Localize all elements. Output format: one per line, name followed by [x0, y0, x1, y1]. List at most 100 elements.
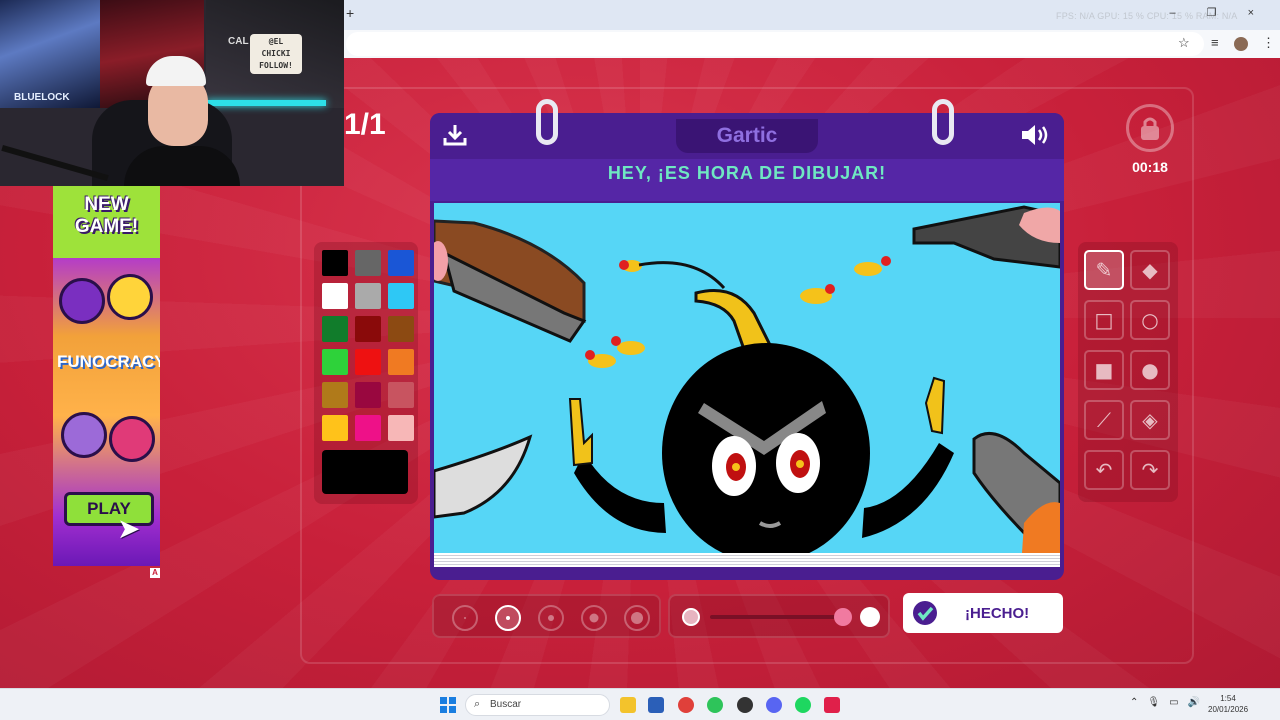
drawing-artwork [434, 205, 1060, 553]
eraser-icon: ◆ [1142, 258, 1158, 282]
brush-size-option[interactable] [581, 605, 607, 631]
drawing-board: Gartic HEY, ¡ES HORA DE DIBUJAR! [430, 99, 1064, 580]
tool-button[interactable]: ■ [1084, 350, 1124, 390]
line-icon: ⟋ [1097, 408, 1111, 432]
window-controls[interactable]: – ❐ × [1169, 6, 1268, 19]
discord-icon[interactable] [766, 697, 782, 713]
color-swatch[interactable] [322, 415, 348, 441]
color-swatch[interactable] [388, 316, 414, 342]
taskbar-search[interactable]: ⌕ Buscar [465, 694, 610, 716]
tool-button[interactable]: □ [1084, 300, 1124, 340]
sign-line-1: @EL [268, 37, 284, 46]
search-placeholder: Buscar [490, 699, 522, 710]
redo-icon: ↷ [1141, 458, 1159, 482]
gartic-logo: Gartic [676, 119, 818, 153]
color-swatch[interactable] [388, 382, 414, 408]
ad-character-bearded [61, 412, 107, 458]
streamer-body [124, 146, 240, 186]
clock-time: 1:54 [1220, 694, 1236, 703]
draw-prompt: HEY, ¡ES HORA DE DIBUJAR! [607, 163, 887, 183]
color-swatch[interactable] [388, 349, 414, 375]
current-color-preview [322, 450, 408, 494]
download-icon[interactable] [442, 123, 468, 147]
tool-button[interactable]: ● [1130, 350, 1170, 390]
app-icon[interactable] [824, 697, 840, 713]
opacity-slider[interactable] [668, 594, 890, 638]
color-swatch[interactable] [355, 316, 381, 342]
ad-character-blonde [107, 274, 153, 320]
done-button[interactable]: ¡HECHO! [903, 593, 1063, 633]
ad-title-line-2: GAME! [74, 216, 139, 237]
ad-title-line-1: NEW [84, 194, 129, 215]
tool-button[interactable]: ↷ [1130, 450, 1170, 490]
browser-menu-icon[interactable]: ⋮ [1262, 35, 1275, 51]
profile-avatar[interactable] [1234, 37, 1248, 51]
sign-line-3: FOLLOW! [259, 61, 293, 70]
color-swatch[interactable] [355, 349, 381, 375]
color-swatch[interactable] [355, 250, 381, 276]
color-swatch[interactable] [355, 382, 381, 408]
windows-start-icon[interactable] [440, 697, 456, 713]
done-label: ¡HECHO! [965, 604, 1030, 622]
led-strip [206, 100, 326, 106]
color-swatch[interactable] [388, 283, 414, 309]
ad-thumbs-icon [59, 278, 105, 324]
binder-ring-right [932, 99, 954, 145]
poster-title-2: CAL [228, 36, 249, 47]
pencil-icon: ✎ [1095, 258, 1113, 282]
slider-thumb[interactable] [834, 608, 852, 626]
ad-choices-badge[interactable]: A [150, 568, 160, 578]
color-swatch[interactable] [388, 250, 414, 276]
new-tab-button[interactable]: + [346, 5, 354, 21]
store-icon[interactable] [648, 697, 664, 713]
color-swatch[interactable] [322, 250, 348, 276]
color-swatch[interactable] [355, 415, 381, 441]
slider-track [710, 615, 838, 619]
tool-button[interactable]: ◈ [1130, 400, 1170, 440]
color-palette [314, 242, 418, 504]
file-explorer-icon[interactable] [620, 697, 636, 713]
obs-icon[interactable] [737, 697, 753, 713]
address-field[interactable] [346, 32, 1204, 56]
opacity-max-dot [860, 607, 880, 627]
follow-sign: @EL CHICKI FOLLOW! [250, 34, 302, 74]
color-swatch[interactable] [388, 415, 414, 441]
side-advertisement[interactable]: NEW GAME! FUNOCRACY PLAY ➤ [53, 186, 160, 566]
bookmark-star-icon[interactable]: ☆ [1178, 35, 1190, 51]
sound-icon[interactable] [1020, 123, 1052, 147]
color-swatch[interactable] [355, 283, 381, 309]
color-swatch[interactable] [322, 316, 348, 342]
tool-button[interactable]: ↶ [1084, 450, 1124, 490]
rectangle-outline-icon: □ [1094, 308, 1114, 332]
tool-button[interactable]: ✎ [1084, 250, 1124, 290]
chrome-icon[interactable] [678, 697, 694, 713]
check-badge-icon [913, 601, 937, 625]
brush-size-option[interactable] [452, 605, 478, 631]
whatsapp-icon[interactable] [707, 697, 723, 713]
spotify-icon[interactable] [795, 697, 811, 713]
color-swatch[interactable] [322, 283, 348, 309]
media-controls-icon[interactable]: ≡ [1211, 35, 1219, 50]
tool-button[interactable]: ◆ [1130, 250, 1170, 290]
circle-fill-icon: ● [1141, 358, 1159, 382]
clock[interactable]: 1:54 20/01/2026 [1208, 693, 1248, 715]
tool-button[interactable]: ○ [1130, 300, 1170, 340]
undo-icon: ↶ [1095, 458, 1113, 482]
brush-size-option[interactable] [495, 605, 521, 631]
fill-bucket-icon: ◈ [1142, 408, 1158, 432]
tool-button[interactable]: ⟋ [1084, 400, 1124, 440]
drawing-canvas[interactable] [434, 203, 1060, 553]
ad-title: NEW GAME! [53, 194, 160, 238]
color-swatch[interactable] [322, 382, 348, 408]
webcam-overlay: BLUELOCK CAL @EL CHICKI FOLLOW! [0, 0, 344, 186]
ad-play-button[interactable]: PLAY [64, 492, 154, 526]
color-swatch[interactable] [322, 349, 348, 375]
brush-size-option[interactable] [538, 605, 564, 631]
lock-button[interactable] [1126, 104, 1174, 152]
brush-size-selector [432, 594, 661, 638]
lock-icon [1141, 117, 1159, 140]
ad-character-pink [109, 416, 155, 462]
brush-size-option[interactable] [624, 605, 650, 631]
system-tray-icons[interactable]: ⌃🎙▭🔊 [1130, 697, 1209, 708]
rectangle-fill-icon: ■ [1094, 358, 1114, 382]
